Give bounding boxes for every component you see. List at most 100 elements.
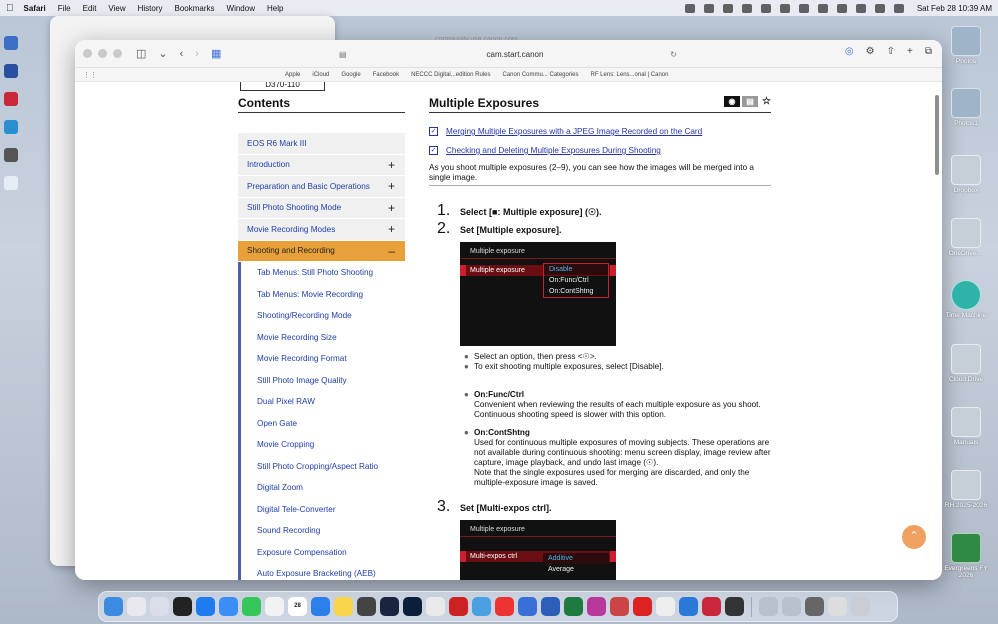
toc-sub-item[interactable]: Movie Recording Format xyxy=(238,348,405,370)
collapse-icon[interactable]: – xyxy=(388,244,395,258)
finder-icon[interactable] xyxy=(104,597,123,616)
close-window-button[interactable] xyxy=(83,49,92,58)
calendar-icon[interactable]: 28 xyxy=(288,597,307,616)
app-icon[interactable] xyxy=(173,597,192,616)
app-icon[interactable] xyxy=(587,597,606,616)
translate-icon[interactable]: ◎ xyxy=(845,46,854,57)
expand-icon[interactable]: + xyxy=(388,158,395,172)
favorite-rf-lens[interactable]: RF Lens: Lens...onal | Canon xyxy=(591,72,669,78)
menu-help[interactable]: Help xyxy=(267,4,283,13)
folder-icon[interactable] xyxy=(759,597,778,616)
address-bar[interactable]: ▤ cam.start.canon ↻ xyxy=(335,45,695,63)
expand-icon[interactable]: + xyxy=(388,201,395,215)
desktop-app-icon[interactable] xyxy=(4,120,18,134)
dpp-icon[interactable] xyxy=(449,597,468,616)
menu-edit[interactable]: Edit xyxy=(83,4,97,13)
desktop-icon-evergreens[interactable]: Evergreens FY 2026 xyxy=(940,533,992,579)
favorite-neccc[interactable]: NECCC Digital...edition Rules xyxy=(411,72,490,78)
status-icon-6[interactable] xyxy=(779,3,790,13)
desktop-icon-cloud-drive[interactable]: Cloud Drive xyxy=(940,344,992,383)
menu-safari[interactable]: Safari xyxy=(24,4,46,13)
toc-sub-item[interactable]: Shooting/Recording Mode xyxy=(238,305,405,327)
star-icon[interactable]: ☆ xyxy=(762,96,771,107)
toc-item-still-photo[interactable]: Still Photo Shooting Mode + xyxy=(238,197,405,219)
app-icon[interactable] xyxy=(426,597,445,616)
photoshop-icon[interactable] xyxy=(403,597,422,616)
extension-icon[interactable]: ⚙ xyxy=(866,46,875,57)
app-icon[interactable] xyxy=(702,597,721,616)
menubar-clock[interactable]: Sat Feb 28 10:39 AM xyxy=(917,4,992,13)
grid-icon[interactable]: ⋮⋮ xyxy=(83,71,97,79)
toc-sub-item[interactable]: Tab Menus: Movie Recording xyxy=(238,283,405,305)
tabs-icon[interactable]: ⧉ xyxy=(925,46,932,57)
wifi-icon[interactable] xyxy=(855,3,866,13)
toc-sub-item[interactable]: Tab Menus: Still Photo Shooting xyxy=(238,262,405,284)
status-icon-4[interactable] xyxy=(741,3,752,13)
trash-icon[interactable] xyxy=(851,597,870,616)
search-icon[interactable] xyxy=(874,3,885,13)
link-checking-deleting[interactable]: Checking and Deleting Multiple Exposures… xyxy=(446,146,661,155)
desktop-app-icon[interactable] xyxy=(4,36,18,50)
app-icon[interactable] xyxy=(633,597,652,616)
status-icon-5[interactable] xyxy=(760,3,771,13)
app-icon[interactable] xyxy=(610,597,629,616)
toc-sub-item[interactable]: Still Photo Cropping/Aspect Ratio xyxy=(238,455,405,477)
app-icon[interactable] xyxy=(472,597,491,616)
favorite-icloud[interactable]: iCloud xyxy=(312,72,329,78)
toc-sub-item[interactable]: Digital Zoom xyxy=(238,477,405,499)
minimize-window-button[interactable] xyxy=(98,49,107,58)
desktop-app-icon[interactable] xyxy=(4,92,18,106)
app-icon[interactable] xyxy=(495,597,514,616)
app-icon[interactable] xyxy=(725,597,744,616)
menu-view[interactable]: View xyxy=(108,4,125,13)
menu-history[interactable]: History xyxy=(138,4,163,13)
apple-menu-icon[interactable]:  xyxy=(6,3,14,14)
photos-icon[interactable] xyxy=(265,597,284,616)
desktop-icon-rh[interactable]: RH 2025-2026 xyxy=(940,470,992,509)
app-icon[interactable] xyxy=(518,597,537,616)
chevron-down-icon[interactable]: ⌄ xyxy=(158,47,167,60)
lightroom-icon[interactable] xyxy=(380,597,399,616)
favorite-canon-community[interactable]: Canon Commu... Categories xyxy=(502,72,578,78)
excel-icon[interactable] xyxy=(564,597,583,616)
toc-sub-item[interactable]: Movie Recording Size xyxy=(238,326,405,348)
clock-icon[interactable] xyxy=(836,3,847,13)
app-icon[interactable] xyxy=(679,597,698,616)
desktop-icon-photos1[interactable]: Photos1 xyxy=(940,88,992,127)
desktop-app-icon[interactable] xyxy=(4,64,18,78)
toc-item-movie-modes[interactable]: Movie Recording Modes + xyxy=(238,219,405,241)
desktop-icon-time-machine[interactable]: Time Machine xyxy=(940,280,992,319)
new-tab-icon[interactable]: + xyxy=(907,46,913,57)
expand-icon[interactable]: + xyxy=(388,222,395,236)
bluetooth-icon[interactable] xyxy=(817,3,828,13)
page-scrollbar[interactable] xyxy=(935,95,939,175)
desktop-icon-dropbox[interactable]: Dropbox xyxy=(940,155,992,194)
toc-sub-item[interactable]: Digital Tele-Converter xyxy=(238,498,405,520)
favorite-facebook[interactable]: Facebook xyxy=(373,72,399,78)
toc-sub-item[interactable]: Sound Recording xyxy=(238,520,405,542)
share-icon[interactable]: ⇧ xyxy=(887,46,895,57)
status-icon-2[interactable] xyxy=(703,3,714,13)
status-icon-7[interactable] xyxy=(798,3,809,13)
app-icon[interactable] xyxy=(656,597,675,616)
app-store-icon[interactable] xyxy=(196,597,215,616)
desktop-app-icon[interactable] xyxy=(4,176,18,190)
launcher-icon[interactable] xyxy=(127,597,146,616)
reload-icon[interactable]: ↻ xyxy=(670,50,677,59)
desktop-icon-manuals[interactable]: Manuals xyxy=(940,407,992,446)
status-icon-3[interactable] xyxy=(722,3,733,13)
toc-sub-item[interactable]: Open Gate xyxy=(238,412,405,434)
toc-item-preparation[interactable]: Preparation and Basic Operations + xyxy=(238,176,405,198)
messages-icon[interactable] xyxy=(242,597,261,616)
page-settings-icon[interactable]: ▤ xyxy=(339,50,347,59)
toc-sub-item[interactable]: Exposure Compensation xyxy=(238,541,405,563)
folder-icon[interactable] xyxy=(782,597,801,616)
desktop-icon-onedrive[interactable]: OneDrive ... xyxy=(940,218,992,257)
safari-icon[interactable] xyxy=(311,597,330,616)
menu-bookmarks[interactable]: Bookmarks xyxy=(175,4,215,13)
menu-file[interactable]: File xyxy=(58,4,71,13)
favorite-apple[interactable]: Apple xyxy=(285,72,300,78)
toc-item-introduction[interactable]: Introduction + xyxy=(238,154,405,176)
app-icon[interactable] xyxy=(805,597,824,616)
app-icon[interactable] xyxy=(828,597,847,616)
